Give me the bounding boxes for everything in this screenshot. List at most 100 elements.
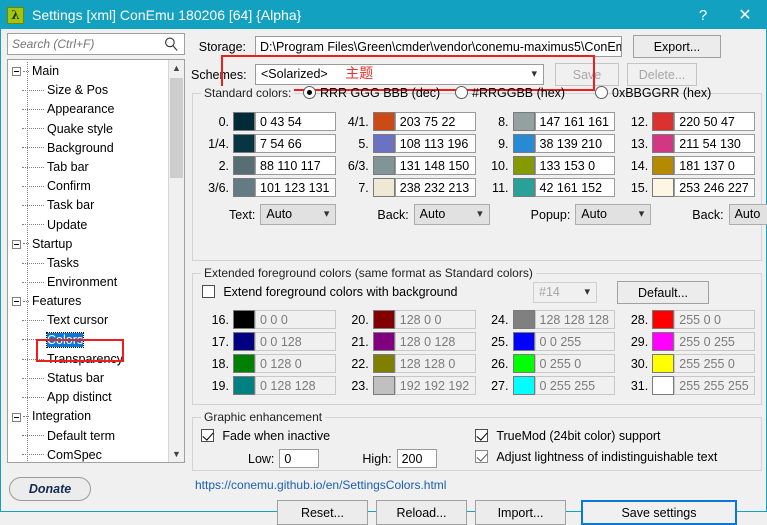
color-swatch[interactable] bbox=[372, 310, 395, 329]
color-value-input[interactable]: 0 0 0 bbox=[255, 310, 336, 329]
color-selector-combo[interactable]: Auto ▾ bbox=[575, 204, 652, 225]
color-value-input[interactable]: 255 0 255 bbox=[674, 332, 755, 351]
adjust-lightness-checkbox[interactable] bbox=[475, 450, 488, 464]
chevron-down-icon[interactable]: ▾ bbox=[531, 65, 537, 84]
color-swatch[interactable] bbox=[372, 376, 395, 395]
settings-tree[interactable]: Main Size & Pos Appearance Quake style Backg… bbox=[7, 59, 185, 463]
color-value-input[interactable]: 42 161 152 bbox=[534, 178, 616, 197]
color-swatch[interactable] bbox=[233, 332, 255, 351]
color-value-input[interactable]: 128 0 0 bbox=[394, 310, 476, 329]
scroll-up-icon[interactable]: ▲ bbox=[169, 60, 184, 76]
color-swatch[interactable] bbox=[372, 354, 395, 373]
sidebar-item-app-distinct[interactable]: App distinct bbox=[8, 388, 168, 407]
storage-path-field[interactable]: D:\Program Files\Green\cmder\vendor\cone… bbox=[255, 36, 622, 57]
color-value-input[interactable]: 238 232 213 bbox=[394, 178, 476, 197]
chevron-down-icon[interactable]: ▾ bbox=[324, 205, 330, 224]
help-link[interactable]: https://conemu.github.io/en/SettingsColo… bbox=[195, 478, 446, 492]
color-swatch[interactable] bbox=[652, 112, 675, 131]
color-value-input[interactable]: 147 161 161 bbox=[534, 112, 616, 131]
sidebar-item-colors[interactable]: Colors bbox=[8, 331, 168, 350]
color-swatch[interactable] bbox=[512, 376, 535, 395]
sidebar-item-background[interactable]: Background bbox=[8, 139, 168, 158]
color-value-input[interactable]: 0 0 255 bbox=[534, 332, 616, 351]
color-value-input[interactable]: 203 75 22 bbox=[394, 112, 476, 131]
color-swatch[interactable] bbox=[233, 156, 255, 175]
sidebar-item-update[interactable]: Update bbox=[8, 216, 168, 235]
color-value-input[interactable]: 88 110 117 bbox=[255, 156, 336, 175]
search-input[interactable] bbox=[8, 34, 164, 54]
extended-index-select[interactable]: #14 ▾ bbox=[533, 282, 597, 303]
search-box[interactable] bbox=[7, 33, 185, 55]
color-value-input[interactable]: 128 0 128 bbox=[394, 332, 476, 351]
radio-icon[interactable] bbox=[303, 86, 316, 100]
sidebar-item-integration[interactable]: Integration bbox=[8, 407, 168, 426]
color-swatch[interactable] bbox=[372, 112, 395, 131]
extend-foreground-checkbox-row[interactable]: Extend foreground colors with background bbox=[202, 284, 458, 299]
color-swatch[interactable] bbox=[372, 156, 395, 175]
truemod-row[interactable]: TrueMod (24bit color) support bbox=[475, 428, 661, 443]
fade-low-input[interactable]: 0 bbox=[279, 449, 320, 468]
expander-minus-icon[interactable] bbox=[12, 67, 21, 77]
save-settings-button[interactable]: Save settings bbox=[581, 500, 737, 525]
sidebar-item-comspec[interactable]: ComSpec bbox=[8, 446, 168, 462]
expander-minus-icon[interactable] bbox=[12, 297, 21, 307]
import-button[interactable]: Import... bbox=[475, 500, 566, 525]
color-swatch[interactable] bbox=[652, 354, 675, 373]
fade-high-input[interactable]: 200 bbox=[396, 449, 437, 468]
sidebar-item-default-term[interactable]: Default term bbox=[8, 427, 168, 446]
color-swatch[interactable] bbox=[652, 310, 675, 329]
color-value-input[interactable]: 128 128 0 bbox=[394, 354, 476, 373]
color-value-input[interactable]: 0 255 0 bbox=[534, 354, 616, 373]
color-value-input[interactable]: 128 128 128 bbox=[534, 310, 616, 329]
scheme-delete-button[interactable]: Delete... bbox=[627, 63, 697, 86]
sidebar-item-environment[interactable]: Environment bbox=[8, 273, 168, 292]
color-value-input[interactable]: 220 50 47 bbox=[674, 112, 755, 131]
donate-button[interactable]: Donate bbox=[9, 477, 91, 501]
tree-scrollbar[interactable]: ▲ ▼ bbox=[168, 60, 184, 462]
color-swatch[interactable] bbox=[512, 354, 535, 373]
sidebar-item-text-cursor[interactable]: Text cursor bbox=[8, 311, 168, 330]
sidebar-item-task-bar[interactable]: Task bar bbox=[8, 196, 168, 215]
export-button[interactable]: Export... bbox=[633, 35, 721, 58]
color-swatch[interactable] bbox=[652, 134, 675, 153]
color-value-input[interactable]: 101 123 131 bbox=[255, 178, 336, 197]
color-swatch[interactable] bbox=[652, 178, 675, 197]
scheme-save-button[interactable]: Save bbox=[555, 63, 619, 86]
close-button[interactable]: ✕ bbox=[724, 1, 766, 29]
sidebar-item-transparency[interactable]: Transparency bbox=[8, 350, 168, 369]
color-format-radio-1[interactable]: #RRGGBB (hex) bbox=[455, 85, 595, 100]
color-value-input[interactable]: 131 148 150 bbox=[394, 156, 476, 175]
scroll-down-icon[interactable]: ▼ bbox=[169, 446, 184, 462]
color-swatch[interactable] bbox=[233, 178, 255, 197]
color-swatch[interactable] bbox=[512, 332, 535, 351]
extended-default-button[interactable]: Default... bbox=[617, 281, 709, 304]
schemes-combo[interactable]: <Solarized> 主题 ▾ bbox=[255, 64, 544, 85]
color-selector-combo[interactable]: Auto ▾ bbox=[260, 204, 337, 225]
help-button[interactable]: ? bbox=[682, 1, 724, 29]
color-swatch[interactable] bbox=[652, 156, 675, 175]
color-value-input[interactable]: 7 54 66 bbox=[255, 134, 336, 153]
scroll-thumb[interactable] bbox=[170, 78, 183, 178]
sidebar-item-features[interactable]: Features bbox=[8, 292, 168, 311]
sidebar-item-status-bar[interactable]: Status bar bbox=[8, 369, 168, 388]
color-value-input[interactable]: 181 137 0 bbox=[674, 156, 755, 175]
expander-minus-icon[interactable] bbox=[12, 412, 21, 422]
color-swatch[interactable] bbox=[233, 112, 255, 131]
extend-foreground-checkbox[interactable] bbox=[202, 285, 215, 299]
color-value-input[interactable]: 255 0 0 bbox=[674, 310, 755, 329]
sidebar-item-confirm[interactable]: Confirm bbox=[8, 177, 168, 196]
color-format-radio-0[interactable]: RRR GGG BBB (dec) bbox=[303, 85, 455, 100]
color-swatch[interactable] bbox=[233, 310, 255, 329]
color-value-input[interactable]: 211 54 130 bbox=[674, 134, 755, 153]
color-value-input[interactable]: 255 255 255 bbox=[674, 376, 755, 395]
color-format-radio-2[interactable]: 0xBBGGRR (hex) bbox=[595, 85, 711, 100]
color-swatch[interactable] bbox=[652, 376, 675, 395]
chevron-down-icon-extended[interactable]: ▾ bbox=[584, 283, 590, 302]
color-swatch[interactable] bbox=[512, 112, 535, 131]
sidebar-item-tasks[interactable]: Tasks bbox=[8, 254, 168, 273]
adjust-lightness-row[interactable]: Adjust lightness of indistinguishable te… bbox=[475, 449, 717, 464]
color-value-input[interactable]: 255 255 0 bbox=[674, 354, 755, 373]
color-swatch[interactable] bbox=[512, 134, 535, 153]
radio-icon[interactable] bbox=[595, 86, 608, 100]
chevron-down-icon[interactable]: ▾ bbox=[477, 205, 483, 224]
